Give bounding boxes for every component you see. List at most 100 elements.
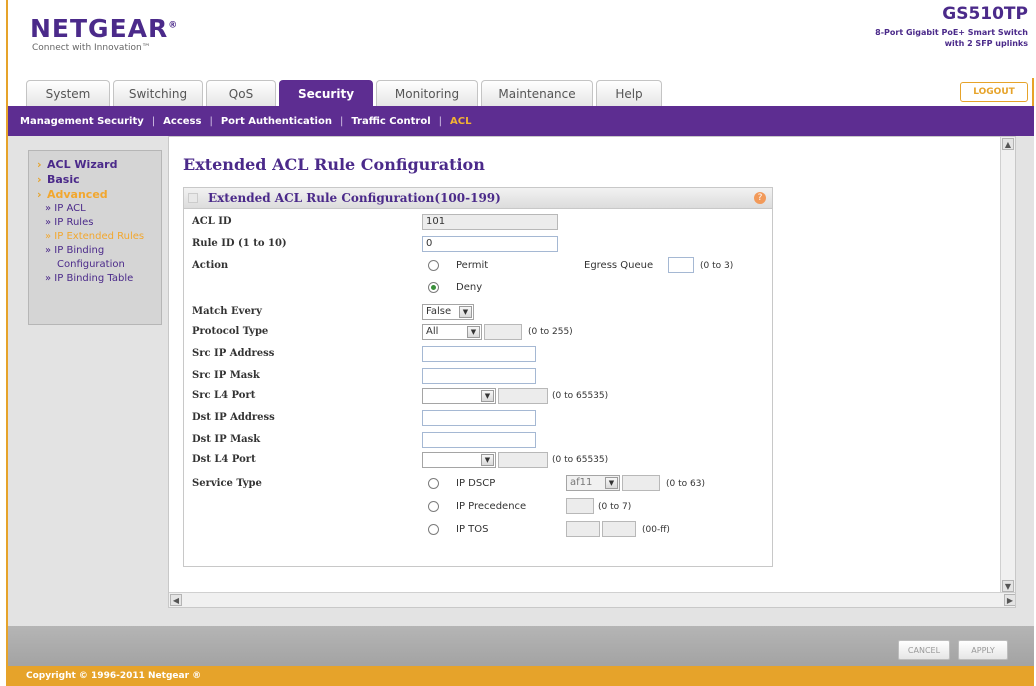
permit-radio[interactable] bbox=[428, 260, 439, 271]
dst-ip-label: Dst IP Address bbox=[192, 412, 275, 423]
ip-precedence-label: IP Precedence bbox=[456, 501, 527, 512]
acl-id-field: 101 bbox=[422, 214, 558, 230]
subnav-port-authentication[interactable]: Port Authentication bbox=[221, 116, 332, 127]
src-l4-hint: (0 to 65535) bbox=[552, 391, 609, 401]
vertical-scrollbar[interactable]: ▲ ▼ bbox=[1000, 137, 1015, 593]
tab-help[interactable]: Help bbox=[596, 80, 662, 106]
product-name: GS510TP bbox=[942, 4, 1028, 24]
chevron-down-icon: ▼ bbox=[459, 306, 472, 318]
ip-dscp-radio[interactable] bbox=[428, 478, 439, 489]
precedence-field bbox=[566, 498, 594, 514]
ip-tos-radio[interactable] bbox=[428, 524, 439, 535]
deny-radio[interactable] bbox=[428, 282, 439, 293]
main-content: Extended ACL Rule Configuration Extended… bbox=[168, 136, 1016, 608]
egress-queue-hint: (0 to 3) bbox=[700, 261, 734, 271]
panel-header: Extended ACL Rule Configuration(100-199)… bbox=[184, 188, 772, 209]
permit-label: Permit bbox=[456, 260, 489, 271]
subnav-separator: | bbox=[151, 115, 156, 127]
tagline: Connect with Innovation™ bbox=[32, 43, 151, 53]
tab-maintenance[interactable]: Maintenance bbox=[481, 80, 593, 106]
tab-system[interactable]: System bbox=[26, 80, 110, 106]
ip-dscp-label: IP DSCP bbox=[456, 478, 496, 489]
subnav-acl[interactable]: ACL bbox=[450, 116, 471, 127]
egress-queue-field[interactable] bbox=[668, 257, 694, 273]
tab-qos[interactable]: QoS bbox=[206, 80, 276, 106]
match-every-label: Match Every bbox=[192, 306, 262, 317]
action-bar bbox=[8, 626, 1034, 666]
subnav-management-security[interactable]: Management Security bbox=[20, 116, 144, 127]
panel-title: Extended ACL Rule Configuration(100-199) bbox=[208, 191, 501, 205]
dst-l4-port-select[interactable]: ▼ bbox=[422, 452, 496, 468]
protocol-number-field bbox=[484, 324, 522, 340]
src-l4-port-select[interactable]: ▼ bbox=[422, 388, 496, 404]
netgear-logo: NETGEAR® bbox=[30, 14, 179, 43]
tab-monitoring[interactable]: Monitoring bbox=[376, 80, 478, 106]
src-l4-label: Src L4 Port bbox=[192, 390, 256, 401]
match-every-value: False bbox=[426, 306, 452, 317]
rule-id-label: Rule ID (1 to 10) bbox=[192, 238, 287, 249]
sidebar-item-ip-extended-rules[interactable]: » IP Extended Rules bbox=[35, 230, 161, 244]
chevron-down-icon: ▼ bbox=[481, 390, 494, 402]
collapse-icon[interactable] bbox=[188, 193, 198, 203]
horizontal-scrollbar[interactable]: ◀ ▶ bbox=[169, 592, 1015, 607]
src-mask-field[interactable] bbox=[422, 368, 536, 384]
protocol-type-label: Protocol Type bbox=[192, 326, 269, 337]
protocol-type-value: All bbox=[426, 326, 439, 337]
dst-mask-field[interactable] bbox=[422, 432, 536, 448]
help-icon[interactable]: ? bbox=[754, 192, 766, 204]
src-ip-field[interactable] bbox=[422, 346, 536, 362]
src-l4-port-field bbox=[498, 388, 548, 404]
src-ip-label: Src IP Address bbox=[192, 348, 275, 359]
sidebar-item-ip-binding-table[interactable]: » IP Binding Table bbox=[35, 272, 161, 286]
main-tabs: System Switching QoS Security Monitoring… bbox=[26, 80, 665, 106]
egress-queue-label: Egress Queue bbox=[584, 260, 654, 271]
sidebar-item-ip-rules[interactable]: » IP Rules bbox=[35, 216, 161, 230]
dscp-value-field bbox=[622, 475, 660, 491]
sidebar-item-acl-wizard[interactable]: ACL Wizard bbox=[35, 157, 161, 172]
sidebar-item-ip-binding-configuration[interactable]: » IP Binding bbox=[35, 244, 161, 258]
scroll-down-icon[interactable]: ▼ bbox=[1002, 580, 1014, 592]
acl-id-label: ACL ID bbox=[192, 216, 232, 227]
scroll-right-icon[interactable]: ▶ bbox=[1004, 594, 1015, 606]
subnav-separator: | bbox=[209, 115, 213, 127]
src-mask-label: Src IP Mask bbox=[192, 370, 260, 381]
protocol-type-select[interactable]: All ▼ bbox=[422, 324, 482, 340]
rule-id-field[interactable]: 0 bbox=[422, 236, 558, 252]
cancel-button[interactable]: CANCEL bbox=[898, 640, 950, 660]
action-label: Action bbox=[192, 260, 229, 271]
logout-button[interactable]: LOGOUT bbox=[960, 82, 1028, 102]
chevron-down-icon: ▼ bbox=[481, 454, 494, 466]
match-every-select[interactable]: False ▼ bbox=[422, 304, 474, 320]
scroll-left-icon[interactable]: ◀ bbox=[170, 594, 182, 606]
protocol-hint: (0 to 255) bbox=[528, 327, 573, 337]
sidebar-item-ip-acl[interactable]: » IP ACL bbox=[35, 202, 161, 216]
sidebar-item-advanced[interactable]: Advanced bbox=[35, 187, 161, 202]
apply-button[interactable]: APPLY bbox=[958, 640, 1008, 660]
copyright: Copyright © 1996-2011 Netgear ® bbox=[8, 666, 1034, 686]
tab-security[interactable]: Security bbox=[279, 80, 373, 106]
tos-hint: (00-ff) bbox=[642, 525, 670, 535]
scroll-up-icon[interactable]: ▲ bbox=[1002, 138, 1014, 150]
ip-precedence-radio[interactable] bbox=[428, 501, 439, 512]
sub-navigation: Management Security | Access | Port Auth… bbox=[8, 106, 1034, 136]
dscp-select[interactable]: af11 ▼ bbox=[566, 475, 620, 491]
tab-switching[interactable]: Switching bbox=[113, 80, 203, 106]
product-desc-line-2: with 2 SFP uplinks bbox=[944, 39, 1028, 48]
dscp-hint: (0 to 63) bbox=[666, 479, 705, 489]
config-panel: Extended ACL Rule Configuration(100-199)… bbox=[183, 187, 773, 567]
deny-label: Deny bbox=[456, 282, 483, 293]
sidebar-item-basic[interactable]: Basic bbox=[35, 172, 161, 187]
dscp-select-value: af11 bbox=[570, 477, 593, 488]
tos-bits-field bbox=[566, 521, 600, 537]
product-description: 8-Port Gigabit PoE+ Smart Switch with 2 … bbox=[848, 27, 1028, 49]
dst-l4-port-field bbox=[498, 452, 548, 468]
sidebar-item-ip-binding-configuration-line2[interactable]: Configuration bbox=[35, 258, 161, 272]
dst-l4-hint: (0 to 65535) bbox=[552, 455, 609, 465]
subnav-traffic-control[interactable]: Traffic Control bbox=[351, 116, 430, 127]
precedence-hint: (0 to 7) bbox=[598, 502, 632, 512]
tos-mask-field bbox=[602, 521, 636, 537]
chevron-down-icon: ▼ bbox=[605, 477, 618, 489]
product-desc-line-1: 8-Port Gigabit PoE+ Smart Switch bbox=[875, 28, 1028, 37]
subnav-access[interactable]: Access bbox=[163, 116, 201, 127]
dst-ip-field[interactable] bbox=[422, 410, 536, 426]
